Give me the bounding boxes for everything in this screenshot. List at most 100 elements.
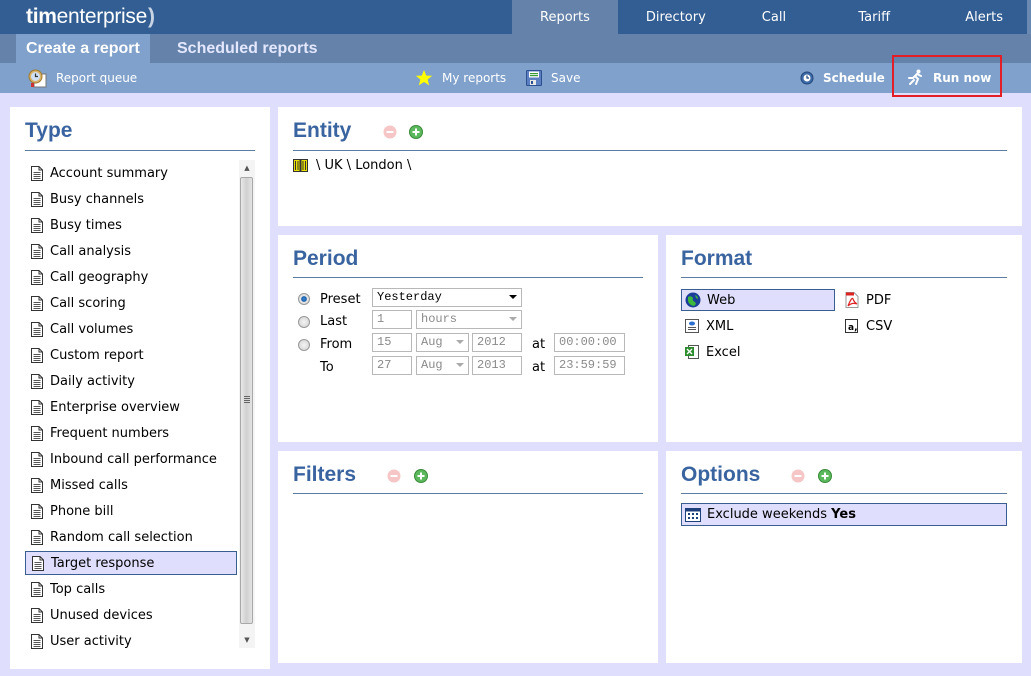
to-time-input[interactable]: 23:59:59 xyxy=(554,356,625,375)
xml-icon xyxy=(684,318,700,334)
save-label: Save xyxy=(551,71,581,85)
report-type-item[interactable]: Call analysis xyxy=(25,239,237,263)
report-type-item[interactable]: Missed calls xyxy=(25,473,237,497)
remove-filter-icon[interactable] xyxy=(387,468,401,483)
remove-option-icon[interactable] xyxy=(791,468,805,483)
add-option-icon[interactable] xyxy=(818,468,832,483)
options-panel-title: Options xyxy=(681,463,761,486)
app-logo[interactable]: timenterprise) xyxy=(26,5,155,29)
report-type-label: Call scoring xyxy=(50,295,126,311)
to-at-label: at xyxy=(532,360,546,375)
report-type-item[interactable]: Account summary xyxy=(25,161,237,185)
report-type-item[interactable]: Call geography xyxy=(25,265,237,289)
last-radio[interactable] xyxy=(298,316,310,328)
document-icon xyxy=(32,555,44,571)
format-xml-label: XML xyxy=(706,318,734,334)
report-queue-label: Report queue xyxy=(56,71,138,85)
scroll-up-arrow[interactable]: ▲ xyxy=(239,160,255,176)
format-excel-label: Excel xyxy=(706,344,741,360)
nav-tab-reports[interactable]: Reports xyxy=(512,0,618,34)
report-type-label: Top calls xyxy=(50,581,106,597)
document-icon xyxy=(31,373,43,389)
schedule-button[interactable]: Schedule xyxy=(800,63,885,93)
tab-create-report[interactable]: Create a report xyxy=(16,34,150,63)
report-type-item[interactable]: Call volumes xyxy=(25,317,237,341)
report-type-item[interactable]: Daily activity xyxy=(25,369,237,393)
run-now-highlight-box xyxy=(892,55,1002,97)
report-type-item[interactable]: Random call selection xyxy=(25,525,237,549)
remove-entity-icon[interactable] xyxy=(383,124,397,139)
nav-tab-call-view[interactable]: Call View xyxy=(734,0,831,61)
nav-tab-tariff-editor[interactable]: Tariff Editor xyxy=(830,0,937,61)
save-disk-icon xyxy=(526,70,542,86)
to-day-input[interactable]: 27 xyxy=(372,356,412,375)
report-type-item[interactable]: Unused devices xyxy=(25,603,237,627)
document-icon xyxy=(31,191,43,207)
sub-nav: Create a report Scheduled reports xyxy=(0,34,1031,63)
from-year-input[interactable]: 2012 xyxy=(472,333,522,352)
format-option-web[interactable]: Web xyxy=(681,289,835,311)
format-option-csv[interactable]: a, CSV xyxy=(841,315,941,337)
report-type-item[interactable]: Busy times xyxy=(25,213,237,237)
preset-select[interactable]: Yesterday xyxy=(372,288,522,307)
top-bar: timenterprise) Reports Directory Call Vi… xyxy=(0,0,1031,61)
format-option-excel[interactable]: Excel xyxy=(681,341,835,363)
option-label: Exclude weekends xyxy=(707,507,828,522)
report-type-label: Enterprise overview xyxy=(50,399,180,415)
type-list-scrollbar[interactable]: ▲ ▼ xyxy=(239,160,255,648)
pdf-icon xyxy=(844,292,860,308)
nav-tab-alerts[interactable]: Alerts xyxy=(937,0,1031,34)
tab-scheduled-reports[interactable]: Scheduled reports xyxy=(177,34,317,63)
svg-text:a,: a, xyxy=(848,323,858,333)
preset-radio[interactable] xyxy=(298,293,310,305)
option-exclude-weekends[interactable]: Exclude weekends Yes xyxy=(681,503,1007,526)
report-type-item[interactable]: Busy channels xyxy=(25,187,237,211)
document-icon xyxy=(31,295,43,311)
document-icon xyxy=(31,633,43,649)
report-type-item[interactable]: Target response xyxy=(25,551,237,575)
from-time-input[interactable]: 00:00:00 xyxy=(554,333,625,352)
report-type-label: Account summary xyxy=(50,165,168,181)
scroll-thumb[interactable] xyxy=(240,177,253,624)
to-month-select[interactable]: Aug xyxy=(416,356,469,375)
main-nav: Reports Directory Call View Tariff Edito… xyxy=(512,0,1031,61)
scroll-grip-icon xyxy=(244,396,250,403)
document-icon xyxy=(31,607,43,623)
chevron-down-icon xyxy=(456,340,464,344)
last-unit-select[interactable]: hours xyxy=(416,310,522,329)
report-type-label: Inbound call performance xyxy=(50,451,217,467)
entity-path-row[interactable]: \ UK \ London \ xyxy=(293,158,411,173)
document-icon xyxy=(31,451,43,467)
format-csv-label: CSV xyxy=(866,318,893,334)
from-day-input[interactable]: 15 xyxy=(372,333,412,352)
nav-tab-directory[interactable]: Directory xyxy=(618,0,734,34)
format-option-xml[interactable]: XML xyxy=(681,315,835,337)
add-entity-icon[interactable] xyxy=(409,124,423,139)
my-reports-button[interactable]: My reports xyxy=(415,63,506,93)
report-queue-button[interactable]: Report queue xyxy=(28,63,137,93)
report-type-item[interactable]: Phone bill xyxy=(25,499,237,523)
report-type-item[interactable]: Call scoring xyxy=(25,291,237,315)
add-filter-icon[interactable] xyxy=(414,468,428,483)
report-type-item[interactable]: Top calls xyxy=(25,577,237,601)
report-type-item[interactable]: Frequent numbers xyxy=(25,421,237,445)
report-type-item[interactable]: User activity xyxy=(25,629,237,653)
report-type-item[interactable]: Custom report xyxy=(25,343,237,367)
from-at-label: at xyxy=(532,337,546,352)
preset-value: Yesterday xyxy=(377,290,442,304)
report-type-label: Phone bill xyxy=(50,503,114,519)
toolbar: Report queue My reports Save Schedule Ru… xyxy=(0,63,1031,93)
report-type-label: Frequent numbers xyxy=(50,425,170,441)
to-year-input[interactable]: 2013 xyxy=(472,356,522,375)
from-month-select[interactable]: Aug xyxy=(416,333,469,352)
save-button[interactable]: Save xyxy=(526,63,580,93)
report-type-item[interactable]: Enterprise overview xyxy=(25,395,237,419)
from-label: From xyxy=(320,337,353,352)
report-type-label: Custom report xyxy=(50,347,144,363)
last-count-input[interactable]: 1 xyxy=(372,310,412,329)
from-radio[interactable] xyxy=(298,339,310,351)
report-type-item[interactable]: Inbound call performance xyxy=(25,447,237,471)
scroll-down-arrow[interactable]: ▼ xyxy=(239,632,255,648)
format-option-pdf[interactable]: PDF xyxy=(841,289,941,311)
to-month-value: Aug xyxy=(421,358,443,372)
